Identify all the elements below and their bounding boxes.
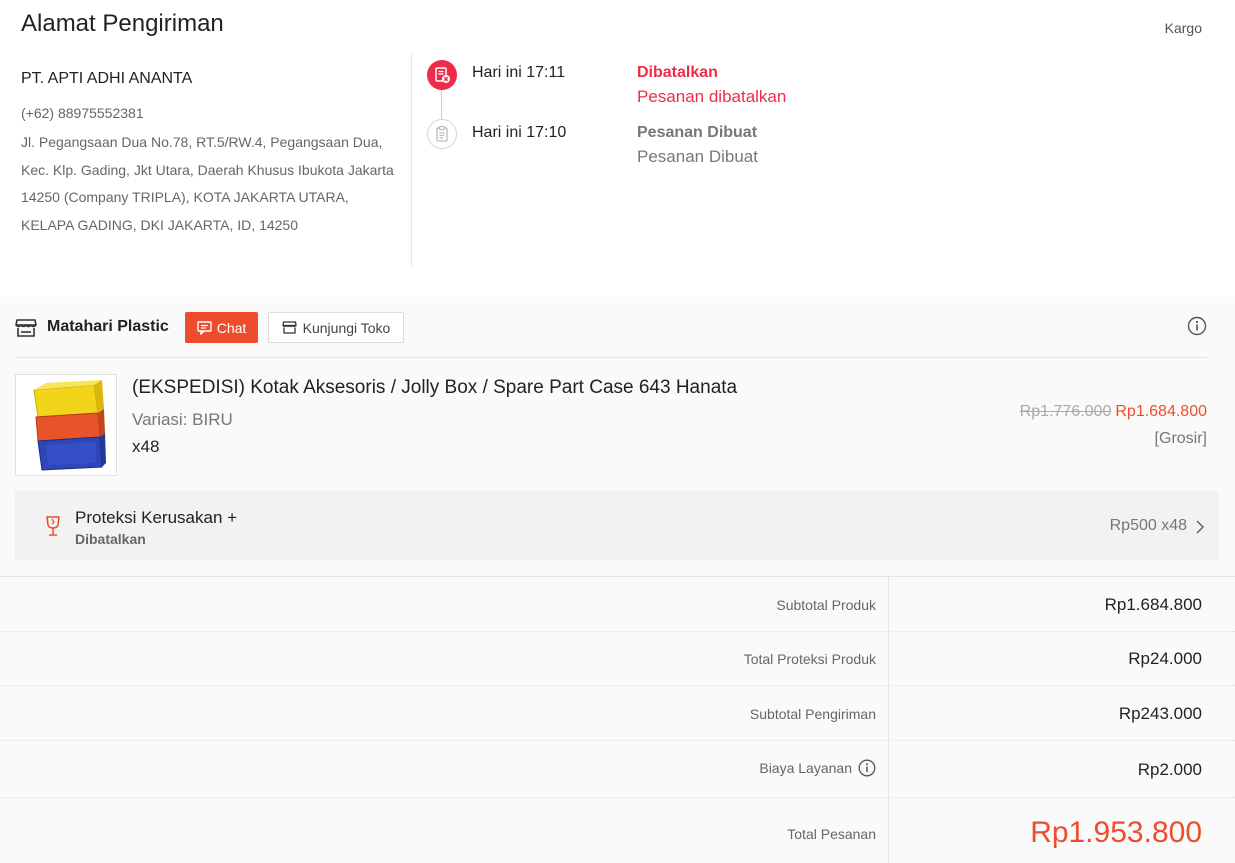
summary-separator xyxy=(888,577,889,631)
product-variation: Variasi: BIRU xyxy=(132,410,233,429)
timeline-time: Hari ini 17:11 xyxy=(472,64,566,81)
summary-label: Subtotal Produk xyxy=(776,597,876,613)
timeline-description: Pesanan dibatalkan xyxy=(637,87,787,106)
summary-separator xyxy=(888,798,889,863)
summary-separator xyxy=(888,686,889,740)
visit-shop-button[interactable]: Kunjungi Toko xyxy=(268,312,404,343)
summary-label: Total Pesanan xyxy=(787,826,876,842)
chat-button[interactable]: Chat xyxy=(185,312,258,343)
summary-label: Total Proteksi Produk xyxy=(743,651,876,667)
timeline-description: Pesanan Dibuat xyxy=(637,147,758,166)
summary-value: Rp243.000 xyxy=(1118,704,1202,723)
timeline-connector xyxy=(441,90,442,120)
product-name[interactable]: (EKSPEDISI) Kotak Aksesoris / Jolly Box … xyxy=(132,377,737,399)
original-price: Rp1.776.000 xyxy=(1019,403,1112,420)
summary-value: Rp2.000 xyxy=(1137,760,1202,779)
recipient-name: PT. APTI ADHI ANANTA xyxy=(21,70,193,87)
shop-icon xyxy=(15,318,37,338)
summary-value: Rp24.000 xyxy=(1128,649,1202,668)
chat-button-label: Chat xyxy=(216,319,247,336)
address-divider xyxy=(411,53,412,267)
protection-status: Dibatalkan xyxy=(75,531,146,547)
fragile-glass-icon xyxy=(44,515,62,537)
recipient-address: Jl. Pegangsaan Dua No.78, RT.5/RW.4, Peg… xyxy=(21,134,394,233)
discounted-price: Rp1.684.800 xyxy=(1115,403,1207,420)
order-summary: Subtotal Produk Rp1.684.800 Total Protek… xyxy=(0,576,1235,863)
summary-row: Biaya Layanan Rp2.000 xyxy=(0,741,1235,798)
product-image[interactable] xyxy=(15,374,117,476)
product-quantity: x48 xyxy=(132,437,160,456)
timeline-time: Hari ini 17:10 xyxy=(472,124,567,141)
document-icon xyxy=(427,119,457,149)
shop-name[interactable]: Matahari Plastic xyxy=(47,318,169,336)
product-price-row: Rp1.776.000 Rp1.684.800 xyxy=(1020,403,1207,421)
protection-price: Rp500 x48 xyxy=(1109,517,1187,534)
summary-row: Subtotal Pengiriman Rp243.000 xyxy=(0,686,1235,741)
summary-label: Subtotal Pengiriman xyxy=(749,706,876,722)
wholesale-tag: [Grosir] xyxy=(1154,430,1207,447)
damage-protection-row[interactable]: Proteksi Kerusakan + Dibatalkan Rp500 x4… xyxy=(15,491,1219,560)
timeline-status: Dibatalkan xyxy=(637,64,718,81)
recipient-phone: (+62) 88975552381 xyxy=(21,105,144,121)
summary-label: Biaya Layanan xyxy=(759,759,876,777)
info-icon[interactable] xyxy=(1187,316,1207,336)
protection-title: Proteksi Kerusakan + xyxy=(75,508,238,527)
summary-row: Subtotal Produk Rp1.684.800 xyxy=(0,577,1235,632)
visit-shop-label: Kunjungi Toko xyxy=(302,319,391,336)
summary-value: Rp1.684.800 xyxy=(1104,595,1202,614)
chat-icon xyxy=(197,320,212,335)
summary-separator xyxy=(888,632,889,685)
summary-row: Total Pesanan Rp1.953.800 xyxy=(0,798,1235,863)
store-icon xyxy=(281,321,297,334)
shop-divider xyxy=(15,357,1207,358)
chevron-right-icon xyxy=(1195,519,1205,535)
cancelled-doc-icon xyxy=(427,60,457,90)
service-fee-info-icon[interactable] xyxy=(858,759,876,777)
shipping-address-title: Alamat Pengiriman xyxy=(21,10,224,37)
courier-label: Kargo xyxy=(1164,20,1202,36)
summary-row: Total Proteksi Produk Rp24.000 xyxy=(0,632,1235,686)
order-total-value: Rp1.953.800 xyxy=(1030,816,1202,849)
summary-separator xyxy=(888,741,889,797)
timeline-status: Pesanan Dibuat xyxy=(637,124,758,141)
